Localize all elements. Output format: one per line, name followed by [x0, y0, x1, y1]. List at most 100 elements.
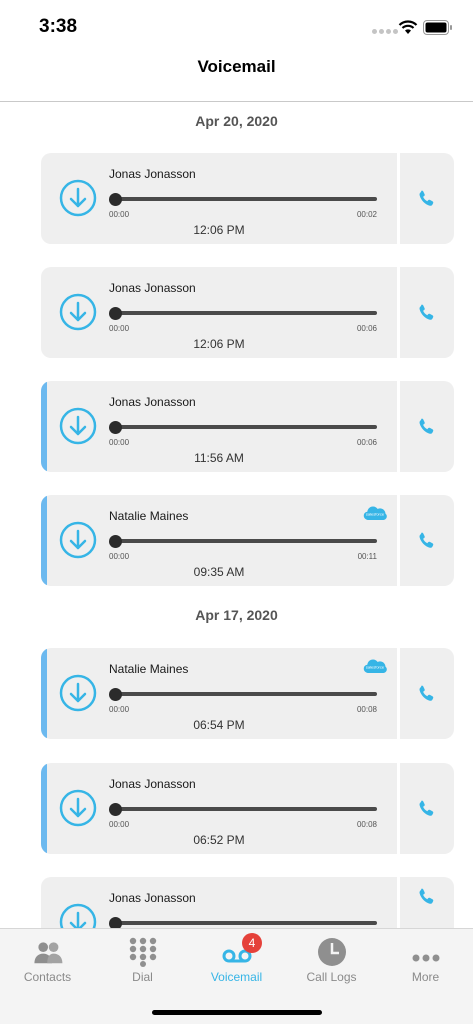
received-time: 06:52 PM — [193, 833, 245, 847]
tab-dial[interactable]: Dial — [95, 929, 190, 991]
date-header: Apr 17, 2020 — [195, 607, 278, 623]
download-icon[interactable] — [59, 521, 97, 559]
playback-track[interactable] — [115, 311, 377, 315]
tab-label: Voicemail — [210, 970, 263, 984]
received-time: 12:06 PM — [193, 223, 245, 237]
call-back-button[interactable] — [400, 153, 454, 244]
clock-icon — [316, 937, 348, 967]
caller-name: Natalie Maines — [109, 662, 189, 676]
download-icon[interactable] — [59, 789, 97, 827]
voicemail-player[interactable]: Jonas Jonasson 00:00 00:06 11:56 AM — [41, 381, 397, 472]
playback-position: 00:00 — [109, 210, 130, 219]
salesforce-icon: salesforce — [363, 659, 387, 673]
wifi-icon — [398, 20, 418, 34]
playback-position: 00:00 — [109, 324, 130, 333]
call-back-button[interactable] — [400, 495, 454, 586]
playback-track[interactable] — [115, 425, 377, 429]
phone-icon — [419, 304, 434, 320]
dialpad-icon — [127, 937, 159, 967]
caller-name: Jonas Jonasson — [109, 281, 196, 295]
status-bar: 3:38 — [0, 0, 473, 54]
voicemail-player[interactable]: Jonas Jonasson — [41, 877, 397, 928]
voicemail-item: Jonas Jonasson 00:00 00:06 11:56 AM — [41, 381, 454, 472]
playback-scrubber[interactable] — [109, 535, 122, 548]
caller-name: Natalie Maines — [109, 509, 189, 523]
page-title: Voicemail — [197, 57, 276, 76]
received-time: 11:56 AM — [194, 451, 244, 465]
call-back-button[interactable] — [400, 267, 454, 358]
tab-label: Dial — [132, 970, 153, 984]
playback-track[interactable] — [115, 921, 377, 925]
download-icon[interactable] — [59, 903, 97, 928]
voicemail-item: Jonas Jonasson 00:00 00:06 12:06 PM — [41, 267, 454, 358]
voicemail-duration: 00:06 — [356, 324, 377, 333]
tab-bar: Contacts Dial 4 Voicemail Call Logs More — [0, 928, 473, 1024]
playback-scrubber[interactable] — [109, 917, 122, 928]
caller-name: Jonas Jonasson — [109, 891, 196, 905]
voicemail-player[interactable]: Natalie Maines salesforce 00:00 00:08 06… — [41, 648, 397, 739]
voicemail-duration: 00:11 — [357, 552, 377, 561]
received-time: 12:06 PM — [193, 337, 245, 351]
home-indicator[interactable] — [152, 1010, 322, 1015]
voicemail-item: Jonas Jonasson — [41, 877, 454, 928]
svg-text:salesforce: salesforce — [366, 512, 385, 517]
playback-position: 00:00 — [109, 552, 130, 561]
voicemail-duration: 00:02 — [356, 210, 377, 219]
voicemail-item: Jonas Jonasson 00:00 00:08 06:52 PM — [41, 763, 454, 854]
salesforce-icon: salesforce — [363, 506, 387, 520]
download-icon[interactable] — [59, 179, 97, 217]
phone-icon — [419, 418, 434, 434]
call-back-button[interactable] — [400, 648, 454, 739]
playback-scrubber[interactable] — [109, 803, 122, 816]
playback-track[interactable] — [115, 807, 377, 811]
tab-more[interactable]: More — [378, 929, 473, 991]
contacts-icon — [32, 937, 64, 967]
playback-position: 00:00 — [109, 438, 130, 447]
tab-label: Contacts — [23, 970, 72, 984]
phone-icon — [419, 685, 434, 701]
voicemail-duration: 00:08 — [356, 705, 377, 714]
download-icon[interactable] — [59, 293, 97, 331]
voicemail-duration: 00:06 — [356, 438, 377, 447]
tab-call-logs[interactable]: Call Logs — [284, 929, 379, 991]
voicemail-item: Natalie Maines salesforce 00:00 00:11 09… — [41, 495, 454, 586]
unread-badge: 4 — [242, 933, 262, 953]
voicemail-item: Jonas Jonasson 00:00 00:02 12:06 PM — [41, 153, 454, 244]
voicemail-player[interactable]: Jonas Jonasson 00:00 00:06 12:06 PM — [41, 267, 397, 358]
playback-scrubber[interactable] — [109, 193, 122, 206]
playback-position: 00:00 — [109, 705, 130, 714]
voicemail-list[interactable]: Apr 20, 2020 Jonas Jonasson 00:00 00:02 … — [0, 102, 473, 928]
playback-track[interactable] — [115, 539, 377, 543]
phone-icon — [419, 532, 434, 548]
playback-scrubber[interactable] — [109, 307, 122, 320]
voicemail-item: Natalie Maines salesforce 00:00 00:08 06… — [41, 648, 454, 739]
call-back-button[interactable] — [400, 763, 454, 854]
download-icon[interactable] — [59, 407, 97, 445]
playback-track[interactable] — [115, 197, 377, 201]
tab-contacts[interactable]: Contacts — [0, 929, 95, 991]
playback-scrubber[interactable] — [109, 421, 122, 434]
voicemail-player[interactable]: Jonas Jonasson 00:00 00:08 06:52 PM — [41, 763, 397, 854]
caller-name: Jonas Jonasson — [109, 167, 196, 181]
svg-text:salesforce: salesforce — [366, 665, 385, 670]
tab-voicemail[interactable]: 4 Voicemail — [189, 929, 284, 991]
tab-label: More — [411, 970, 440, 984]
download-icon[interactable] — [59, 674, 97, 712]
received-time: 06:54 PM — [193, 718, 245, 732]
phone-icon — [419, 190, 434, 206]
call-back-button[interactable] — [400, 381, 454, 472]
phone-icon — [419, 800, 434, 816]
cellular-signal-icon — [372, 29, 398, 34]
date-header: Apr 20, 2020 — [195, 113, 278, 129]
voicemail-duration: 00:08 — [356, 820, 377, 829]
more-icon — [410, 937, 442, 967]
battery-icon — [423, 20, 452, 35]
playback-scrubber[interactable] — [109, 688, 122, 701]
voicemail-player[interactable]: Jonas Jonasson 00:00 00:02 12:06 PM — [41, 153, 397, 244]
voicemail-player[interactable]: Natalie Maines salesforce 00:00 00:11 09… — [41, 495, 397, 586]
call-back-button[interactable] — [400, 877, 454, 928]
navigation-bar: Voicemail — [0, 54, 473, 102]
playback-track[interactable] — [115, 692, 377, 696]
playback-position: 00:00 — [109, 820, 130, 829]
phone-icon — [419, 888, 434, 904]
